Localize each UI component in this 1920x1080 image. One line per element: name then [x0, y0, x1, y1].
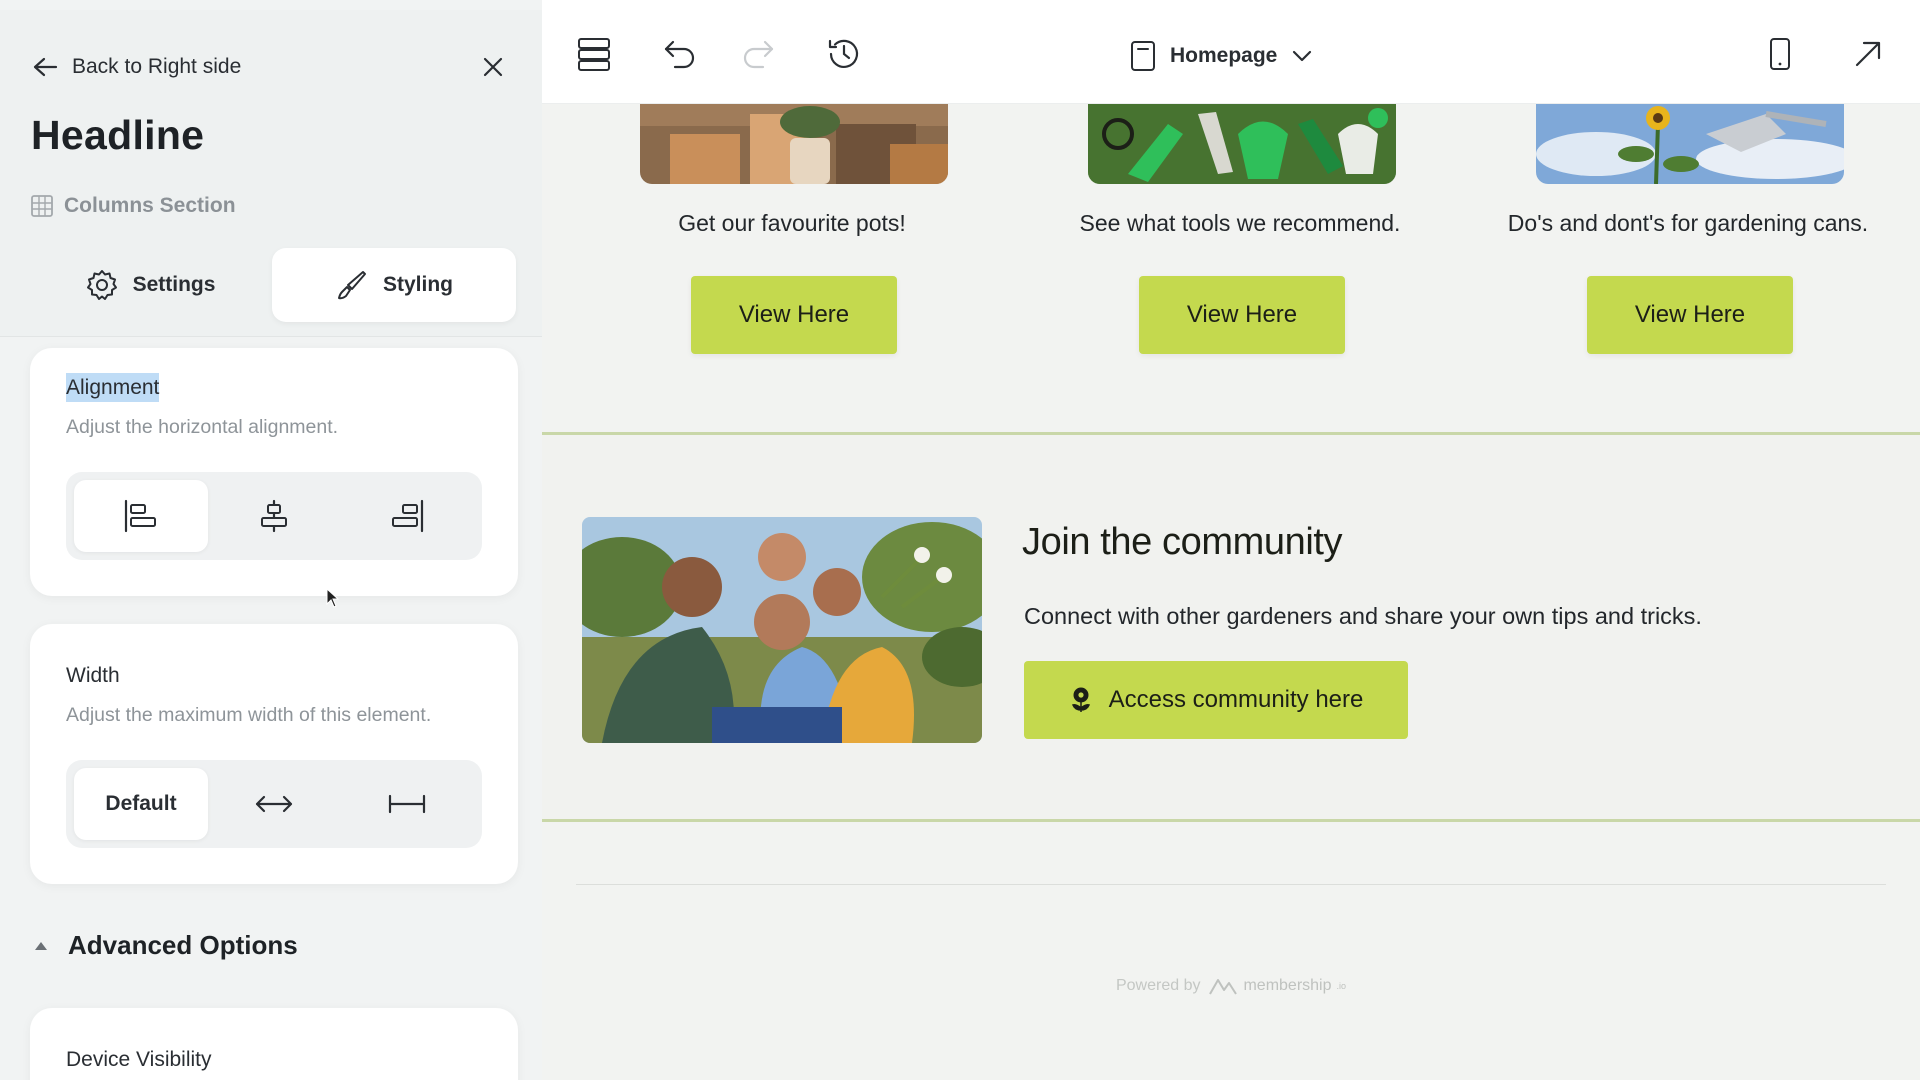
panel-tabs: Settings Styling [32, 248, 516, 322]
alignment-title: Alignment [66, 373, 160, 402]
alignment-description: Adjust the horizontal alignment. [66, 416, 339, 438]
tab-styling[interactable]: Styling [272, 248, 516, 322]
alignment-control [66, 472, 482, 560]
align-left-icon [123, 499, 159, 533]
align-center-button[interactable] [207, 480, 341, 552]
back-button[interactable]: Back to Right side [32, 50, 241, 84]
width-card: Width Adjust the maximum width of this e… [30, 624, 518, 884]
view-here-button[interactable]: View Here [1139, 276, 1345, 354]
editor-toolbar: Homepage [542, 0, 1920, 104]
access-community-button[interactable]: Access community here [1024, 661, 1408, 739]
device-visibility-card: Device Visibility [30, 1008, 518, 1080]
width-auto-button[interactable] [207, 768, 341, 840]
settings-panel: Back to Right side Headline Columns Sect… [0, 0, 542, 1080]
width-default-button[interactable]: Default [74, 768, 208, 840]
view-here-button[interactable]: View Here [691, 276, 897, 354]
mobile-preview-icon[interactable] [1760, 34, 1800, 74]
width-full-button[interactable] [340, 768, 474, 840]
page-selector[interactable]: Homepage [1130, 36, 1313, 76]
page-selector-label: Homepage [1170, 44, 1278, 67]
redo-icon[interactable] [738, 34, 778, 74]
tab-settings-label: Settings [132, 273, 216, 296]
watering-can-thumbnail [1536, 104, 1844, 184]
column-caption: See what tools we recommend. [1079, 210, 1401, 236]
friends-photo [582, 517, 982, 743]
columns-icon [30, 194, 54, 218]
layers-icon[interactable] [574, 34, 614, 74]
footer-divider [576, 884, 1886, 885]
arrows-horizontal-icon [254, 793, 294, 815]
alignment-title-text: Alignment [66, 373, 160, 402]
pots-thumbnail [640, 104, 948, 184]
gear-icon [85, 268, 119, 302]
width-title: Width [66, 664, 120, 687]
align-center-icon [257, 499, 291, 533]
powered-by-label: Powered by [1115, 977, 1201, 994]
column-caption: Do's and dont's for gardening cans. [1507, 210, 1869, 236]
community-text: Connect with other gardeners and share y… [1024, 603, 1702, 629]
align-left-button[interactable] [74, 480, 208, 552]
arrow-left-icon [32, 56, 58, 78]
mouse-cursor-icon [326, 588, 340, 608]
width-control: Default [66, 760, 482, 848]
back-label: Back to Right side [72, 55, 242, 78]
tab-styling-label: Styling [382, 273, 453, 296]
undo-icon[interactable] [660, 34, 700, 74]
brand-suffix: .io [1336, 981, 1347, 991]
chevron-down-icon [1291, 49, 1313, 63]
caret-up-icon [34, 941, 48, 951]
access-community-label: Access community here [1108, 686, 1364, 713]
align-right-button[interactable] [340, 480, 474, 552]
paintbrush-icon [335, 268, 369, 302]
tab-settings[interactable]: Settings [32, 248, 268, 322]
device-visibility-title: Device Visibility [66, 1048, 212, 1071]
community-section: Join the community Connect with other ga… [542, 432, 1920, 822]
page-canvas: Get our favourite pots! View Here See wh… [542, 104, 1920, 1080]
garden-tools-thumbnail [1088, 104, 1396, 184]
open-external-icon[interactable] [1848, 34, 1888, 74]
advanced-options-toggle[interactable]: Advanced Options [34, 930, 298, 961]
community-title: Join the community [1022, 521, 1343, 563]
section-label: Columns Section [64, 194, 236, 217]
brand-name: membership [1243, 977, 1332, 994]
panel-header: Back to Right side Headline Columns Sect… [0, 10, 542, 337]
view-here-button[interactable]: View Here [1587, 276, 1793, 354]
align-right-icon [389, 499, 425, 533]
page-icon [1130, 40, 1156, 72]
powered-by: Powered by membership .io [542, 976, 1920, 996]
flower-icon [1069, 686, 1093, 714]
history-icon[interactable] [824, 34, 864, 74]
column-caption: Get our favourite pots! [678, 210, 906, 236]
width-description: Adjust the maximum width of this element… [66, 704, 432, 726]
membership-logo[interactable]: membership .io [1208, 976, 1346, 996]
panel-title: Headline [31, 112, 205, 158]
advanced-options-label: Advanced Options [68, 930, 298, 960]
alignment-card: Alignment Adjust the horizontal alignmen… [30, 348, 518, 596]
breadcrumb: Columns Section [30, 194, 236, 218]
full-width-icon [387, 793, 427, 815]
close-icon[interactable] [478, 52, 508, 82]
